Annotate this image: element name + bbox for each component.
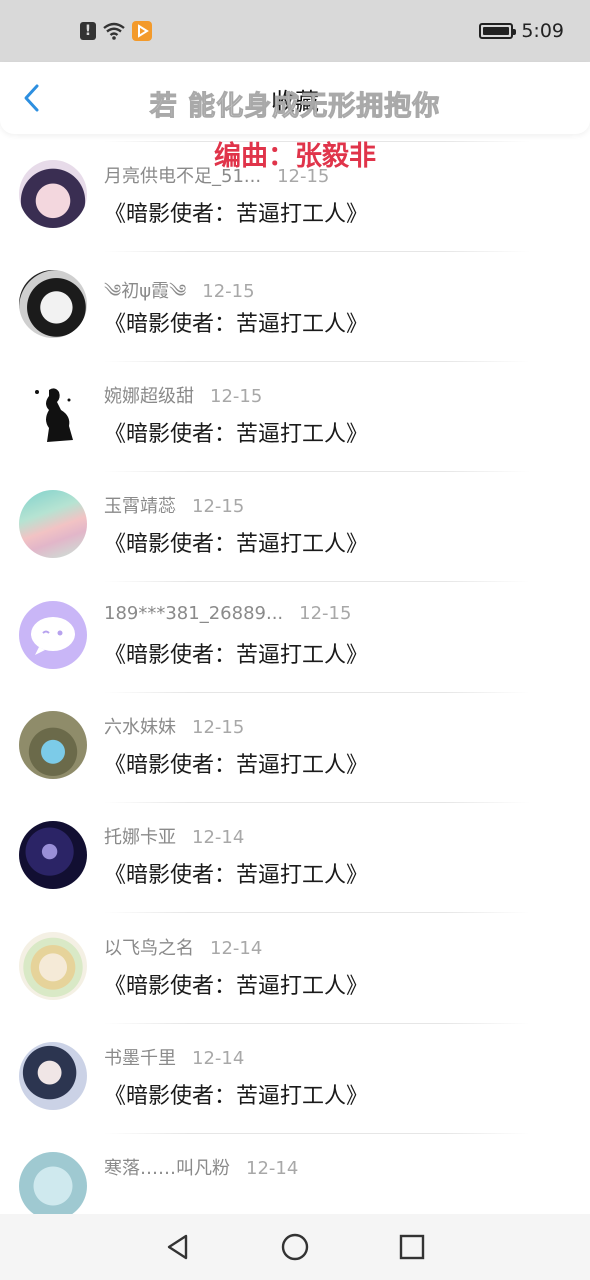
comment-date: 12-15 bbox=[192, 717, 245, 738]
battery-icon bbox=[479, 23, 517, 39]
avatar[interactable] bbox=[19, 1042, 87, 1110]
comment-item[interactable]: 婉娜超级甜 12-15 《暗影使者：苦逼打工人》 bbox=[0, 362, 590, 472]
lyric-line-2: 编曲：张毅非 bbox=[214, 141, 376, 172]
comment-meta: 六水妹妹 12-15 bbox=[104, 713, 244, 739]
comment-text[interactable]: 《暗影使者：苦逼打工人》 bbox=[104, 416, 368, 448]
nav-back-button[interactable] bbox=[158, 1227, 198, 1267]
username[interactable]: 玉霄靖蕊 bbox=[104, 492, 176, 518]
avatar[interactable] bbox=[19, 821, 87, 889]
comment-text[interactable]: 《暗影使者：苦逼打工人》 bbox=[104, 196, 368, 228]
comment-text[interactable]: 《暗影使者：苦逼打工人》 bbox=[104, 637, 368, 669]
comment-meta: 寒落……叫凡粉 12-14 bbox=[104, 1154, 298, 1180]
avatar[interactable] bbox=[19, 270, 87, 338]
avatar[interactable] bbox=[19, 380, 87, 448]
comment-date: 12-14 bbox=[210, 938, 263, 959]
comment-text[interactable]: 《暗影使者：苦逼打工人》 bbox=[104, 747, 368, 779]
comment-item[interactable]: 寒落……叫凡粉 12-14 bbox=[0, 1134, 590, 1214]
nav-home-button[interactable] bbox=[275, 1227, 315, 1267]
comment-item[interactable]: 以飞鸟之名 12-14 《暗影使者：苦逼打工人》 bbox=[0, 914, 590, 1024]
status-icons-left: ! bbox=[80, 21, 152, 41]
username[interactable]: 托娜卡亚 bbox=[104, 823, 176, 849]
comment-date: 12-14 bbox=[192, 827, 245, 848]
comment-meta: 托娜卡亚 12-14 bbox=[104, 823, 244, 849]
comment-date: 12-15 bbox=[202, 281, 255, 302]
comment-item[interactable]: 六水妹妹 12-15 《暗影使者：苦逼打工人》 bbox=[0, 693, 590, 803]
lyric-line-1: 若 能化身成无形拥抱你 bbox=[149, 91, 441, 123]
username[interactable]: 婉娜超级甜 bbox=[104, 382, 194, 408]
video-play-icon bbox=[132, 21, 152, 41]
username[interactable]: 六水妹妹 bbox=[104, 713, 176, 739]
divider bbox=[104, 912, 530, 913]
username[interactable]: 以飞鸟之名 bbox=[104, 934, 194, 960]
comment-meta: 婉娜超级甜 12-15 bbox=[104, 382, 262, 408]
comment-meta: 书墨千里 12-14 bbox=[104, 1044, 244, 1070]
comment-item[interactable]: 书墨千里 12-14 《暗影使者：苦逼打工人》 bbox=[0, 1024, 590, 1134]
comment-text[interactable]: 《暗影使者：苦逼打工人》 bbox=[104, 526, 368, 558]
status-icons-right: 5:09 bbox=[479, 20, 564, 42]
comment-item[interactable]: ༄初ψ霞༄ 12-15 《暗影使者：苦逼打工人》 bbox=[0, 252, 590, 362]
back-triangle-icon bbox=[168, 1234, 188, 1260]
comment-item[interactable]: 189***381_26889... 12-15 《暗影使者：苦逼打工人》 bbox=[0, 583, 590, 693]
nav-recents-button[interactable] bbox=[392, 1227, 432, 1267]
comment-meta: 189***381_26889... 12-15 bbox=[104, 603, 351, 624]
comment-date: 12-15 bbox=[299, 603, 352, 624]
comment-meta: 玉霄靖蕊 12-15 bbox=[104, 492, 244, 518]
avatar[interactable] bbox=[19, 1152, 87, 1214]
comment-item[interactable]: 玉霄靖蕊 12-15 《暗影使者：苦逼打工人》 bbox=[0, 472, 590, 582]
avatar[interactable] bbox=[19, 932, 87, 1000]
username[interactable]: 书墨千里 bbox=[104, 1044, 176, 1070]
username[interactable]: 189***381_26889... bbox=[104, 603, 283, 624]
comment-date: 12-15 bbox=[192, 496, 245, 517]
wifi-icon bbox=[102, 21, 126, 41]
avatar[interactable] bbox=[19, 601, 87, 669]
avatar[interactable] bbox=[19, 490, 87, 558]
comment-date: 12-14 bbox=[192, 1048, 245, 1069]
comment-item[interactable]: 托娜卡亚 12-14 《暗影使者：苦逼打工人》 bbox=[0, 803, 590, 913]
status-bar: ! 5:09 bbox=[0, 0, 590, 62]
comment-date: 12-15 bbox=[210, 386, 263, 407]
home-circle-icon bbox=[281, 1233, 309, 1261]
comment-meta: 以飞鸟之名 12-14 bbox=[104, 934, 262, 960]
comment-list[interactable]: 《暗影使者：苦逼打工人》月亮供电不足_51...12-15《暗影使者：苦逼打工人… bbox=[0, 62, 590, 1214]
comment-date: 12-14 bbox=[246, 1158, 299, 1179]
comment-text[interactable]: 《暗影使者：苦逼打工人》 bbox=[104, 857, 368, 889]
recents-square-icon bbox=[399, 1234, 424, 1260]
alert-icon: ! bbox=[80, 22, 96, 40]
header: 收藏 若 能化身成无形拥抱你 bbox=[0, 62, 590, 134]
comment-text[interactable]: 《暗影使者：苦逼打工人》 bbox=[104, 306, 368, 338]
comment-text[interactable]: 《暗影使者：苦逼打工人》 bbox=[104, 968, 368, 1000]
status-time: 5:09 bbox=[521, 20, 564, 42]
system-nav-bar bbox=[0, 1214, 590, 1280]
divider bbox=[104, 581, 530, 582]
avatar[interactable] bbox=[19, 711, 87, 779]
comment-text[interactable]: 《暗影使者：苦逼打工人》 bbox=[104, 1078, 368, 1110]
username[interactable]: 寒落……叫凡粉 bbox=[104, 1154, 230, 1180]
